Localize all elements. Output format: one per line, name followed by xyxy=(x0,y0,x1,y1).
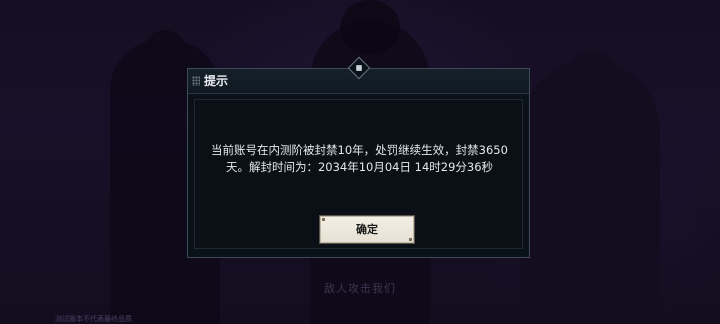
ban-message-line-1: 当前账号在内测阶被封禁10年，处罚继续生效，封禁3650 xyxy=(211,143,508,157)
notice-dialog: 提示 当前账号在内测阶被封禁10年，处罚继续生效，封禁3650 天。解封时间为：… xyxy=(187,56,530,258)
confirm-button-label: 确定 xyxy=(356,223,378,236)
grip-dots-icon xyxy=(192,76,200,86)
ban-message: 当前账号在内测阶被封禁10年，处罚继续生效，封禁3650 天。解封时间为：203… xyxy=(195,142,524,176)
background-caption: 敌人攻击我们 xyxy=(324,282,396,295)
test-version-watermark: 测试版本不代表最终品质 xyxy=(55,315,132,323)
button-corner-decoration xyxy=(409,238,412,241)
ban-message-line-2: 天。解封时间为：2034年10月04日 14时29分36秒 xyxy=(225,160,494,174)
confirm-button[interactable]: 确定 xyxy=(320,216,414,243)
dialog-title: 提示 xyxy=(204,74,229,88)
game-screen: 敌人攻击我们 测试版本不代表最终品质 提示 当前账号在内测阶被封禁10年，处罚继… xyxy=(0,0,720,324)
button-corner-decoration xyxy=(322,218,325,221)
dialog-body: 当前账号在内测阶被封禁10年，处罚继续生效，封禁3650 天。解封时间为：203… xyxy=(194,99,523,249)
